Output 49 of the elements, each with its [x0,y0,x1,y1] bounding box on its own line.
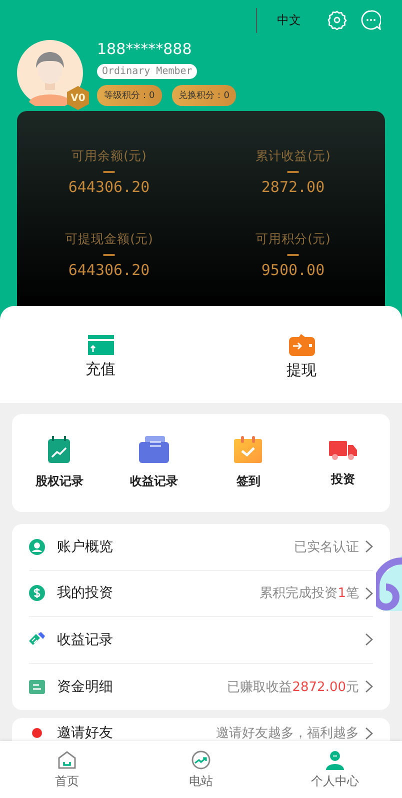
chevron-right-icon [365,586,373,600]
user-icon [29,538,45,555]
balance-label: 累计收益(元) [256,148,330,166]
balance-value: 644306.20 [68,178,150,196]
chevron-right-icon [365,680,373,694]
balance-value: 9500.00 [261,260,325,279]
check-calendar-icon [234,436,262,463]
ticket-icon [29,632,45,648]
points-tag: 兑换积分：0 [172,85,236,106]
wallet-icon [288,334,314,356]
action-button[interactable]: 充值 [86,334,116,378]
menu-item[interactable]: 收益记录 [29,617,373,664]
document-tray-icon [138,436,169,463]
wallet-icon [29,680,45,694]
avatar [17,40,83,106]
menu-item[interactable]: 资金明细 已赚取收益2872.00元 [29,664,373,710]
balance-label: 可提现金额(元) [65,230,153,248]
chat-icon[interactable] [361,10,381,30]
member-level: Ordinary Member [97,64,198,79]
chevron-right-icon [365,726,373,740]
balance-label: 可用余额(元) [72,148,146,166]
balance-value: 2872.00 [261,178,325,196]
floating-widget-icon[interactable] [376,555,402,611]
dollar-icon [29,585,45,602]
dot-icon [32,728,42,738]
invite-label: 邀请好友 [57,724,114,742]
chevron-right-icon [365,633,373,646]
shortcut-button[interactable]: 投资 [296,438,390,488]
action-button[interactable]: 提现 [286,334,316,380]
balance-value: 644306.20 [68,260,150,279]
nav-tab[interactable]: 电站 [134,741,268,798]
shortcut-button[interactable]: 签到 [201,436,296,490]
nav-tab[interactable]: 个人中心 [268,741,402,798]
menu-item[interactable]: 账户概览 已实名认证 [29,524,373,570]
shortcut-button[interactable]: 收益记录 [106,436,201,490]
card-icon [88,334,114,354]
points-tag: 等级积分：0 [97,85,162,106]
menu-item[interactable]: 我的投资 累积完成投资1笔 [29,570,373,617]
shortcut-button[interactable]: 股权记录 [12,436,106,490]
level-badge: V0 [67,86,89,110]
chart-calendar-icon [48,436,70,463]
balance-label: 可用积分(元) [256,230,330,248]
invite-status: 邀请好友越多，福利越多 [216,725,359,742]
language-button[interactable]: 中文 [256,8,309,32]
chevron-right-icon [365,540,373,554]
phone-number: 188*****888 [97,40,193,58]
truck-icon [328,438,357,460]
nav-tab[interactable]: 首页 [0,741,134,798]
settings-icon[interactable] [327,10,347,30]
